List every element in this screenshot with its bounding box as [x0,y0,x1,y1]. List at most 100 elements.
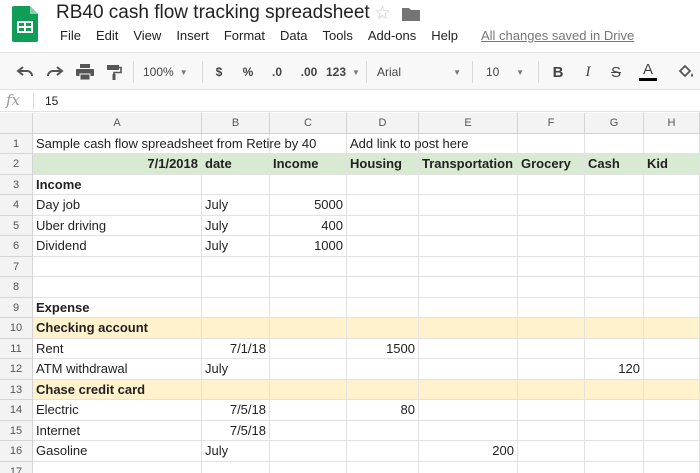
column-header[interactable]: E [419,113,518,134]
cell-H16[interactable] [644,441,700,462]
cell-H15[interactable] [644,420,700,441]
cell-F14[interactable] [518,400,585,421]
column-header[interactable]: D [347,113,419,134]
cell-D7[interactable] [347,256,419,277]
cell-G7[interactable] [585,256,644,277]
cell-C4[interactable]: 5000 [270,195,347,216]
cell-B15[interactable]: 7/5/18 [202,420,270,441]
cell-G17[interactable] [585,461,644,473]
select-all-corner[interactable] [0,113,33,134]
cell-F17[interactable] [518,461,585,473]
cell-E16[interactable]: 200 [419,441,518,462]
cell-C12[interactable] [270,359,347,380]
cell-B10[interactable] [202,318,270,339]
cell-D8[interactable] [347,277,419,298]
row-header[interactable]: 1 [0,133,33,154]
row-header[interactable]: 4 [0,195,33,216]
cell-G16[interactable] [585,441,644,462]
cell-B3[interactable] [202,174,270,195]
cell-F15[interactable] [518,420,585,441]
cell-E7[interactable] [419,256,518,277]
redo-icon[interactable] [44,63,66,81]
menu-data[interactable]: Data [280,28,307,46]
cell-D5[interactable] [347,215,419,236]
cell-B14[interactable]: 7/5/18 [202,400,270,421]
cell-D15[interactable] [347,420,419,441]
cell-C11[interactable] [270,338,347,359]
cell-B12[interactable]: July [202,359,270,380]
cell-F1[interactable] [518,133,585,154]
menu-view[interactable]: View [133,28,161,46]
cell-E5[interactable] [419,215,518,236]
cell-D17[interactable] [347,461,419,473]
cell-C7[interactable] [270,256,347,277]
cell-D13[interactable] [347,379,419,400]
cell-C5[interactable]: 400 [270,215,347,236]
row-header[interactable]: 13 [0,379,33,400]
cell-B7[interactable] [202,256,270,277]
fill-color-icon[interactable] [676,63,696,81]
menu-format[interactable]: Format [224,28,265,46]
cell-E15[interactable] [419,420,518,441]
cell-E10[interactable] [419,318,518,339]
cell-A1[interactable]: Sample cash flow spreadsheet from Retire… [33,133,316,154]
cell-D3[interactable] [347,174,419,195]
cell-D11[interactable]: 1500 [347,338,419,359]
menu-file[interactable]: File [60,28,81,46]
cell-F5[interactable] [518,215,585,236]
text-color-button[interactable]: A [637,62,659,81]
cell-G1[interactable] [585,133,644,154]
cell-H6[interactable] [644,236,700,257]
cell-C16[interactable] [270,441,347,462]
cell-F16[interactable] [518,441,585,462]
row-header[interactable]: 11 [0,338,33,359]
cell-E8[interactable] [419,277,518,298]
cell-G10[interactable] [585,318,644,339]
cell-A9[interactable]: Expense [33,297,202,318]
cell-E11[interactable] [419,338,518,359]
sheets-logo-icon[interactable] [12,6,38,42]
row-header[interactable]: 17 [0,461,33,473]
column-header[interactable]: A [33,113,202,134]
cell-F12[interactable] [518,359,585,380]
cell-E13[interactable] [419,379,518,400]
cell-A7[interactable] [33,256,202,277]
cell-G5[interactable] [585,215,644,236]
cell-E17[interactable] [419,461,518,473]
cell-H2[interactable]: Kid [644,154,700,175]
cell-C8[interactable] [270,277,347,298]
cell-A13[interactable]: Chase credit card [33,379,202,400]
column-header[interactable]: F [518,113,585,134]
cell-A5[interactable]: Uber driving [33,215,202,236]
cell-C2[interactable]: Income [270,154,347,175]
cell-C13[interactable] [270,379,347,400]
cell-F4[interactable] [518,195,585,216]
cell-C10[interactable] [270,318,347,339]
cell-C14[interactable] [270,400,347,421]
font-size-select[interactable]: 10 ▼ [486,63,524,81]
cell-A15[interactable]: Internet [33,420,202,441]
cell-A6[interactable]: Dividend [33,236,202,257]
strikethrough-button[interactable]: S [607,63,625,81]
undo-icon[interactable] [14,63,36,81]
cell-D4[interactable] [347,195,419,216]
cell-G4[interactable] [585,195,644,216]
cell-A14[interactable]: Electric [33,400,202,421]
cell-D2[interactable]: Housing [347,154,419,175]
cell-H10[interactable] [644,318,700,339]
column-header[interactable]: G [585,113,644,134]
cell-F7[interactable] [518,256,585,277]
decrease-decimal-button[interactable]: .0 [266,63,288,81]
cell-H4[interactable] [644,195,700,216]
row-header[interactable]: 15 [0,420,33,441]
print-icon[interactable] [74,63,96,81]
cell-A2[interactable]: 7/1/2018 [33,154,202,175]
save-status-link[interactable]: All changes saved in Drive [481,28,634,43]
cell-D16[interactable] [347,441,419,462]
cell-F8[interactable] [518,277,585,298]
cell-A4[interactable]: Day job [33,195,202,216]
cell-G11[interactable] [585,338,644,359]
cell-E2[interactable]: Transportation [419,154,518,175]
cell-G9[interactable] [585,297,644,318]
menu-addons[interactable]: Add-ons [368,28,416,46]
